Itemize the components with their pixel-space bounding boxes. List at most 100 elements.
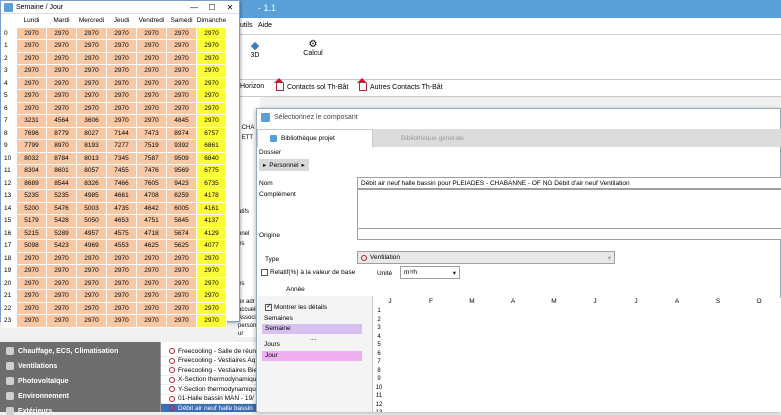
value-cell[interactable]: 4137 bbox=[196, 214, 227, 228]
value-cell[interactable]: 2970 bbox=[136, 114, 167, 128]
minimize-icon[interactable]: — bbox=[185, 3, 203, 12]
value-cell[interactable]: 2970 bbox=[16, 314, 47, 328]
value-cell[interactable]: 6757 bbox=[196, 126, 227, 140]
value-cell[interactable]: 2970 bbox=[196, 101, 227, 115]
value-cell[interactable]: 2970 bbox=[46, 39, 77, 53]
value-cell[interactable]: 4129 bbox=[196, 226, 227, 240]
value-cell[interactable]: 2970 bbox=[16, 64, 47, 78]
value-cell[interactable]: 8974 bbox=[166, 126, 197, 140]
value-cell[interactable]: 2970 bbox=[106, 39, 137, 53]
maximize-icon[interactable]: ☐ bbox=[203, 3, 221, 12]
value-cell[interactable]: 2970 bbox=[136, 301, 167, 315]
value-cell[interactable]: 2970 bbox=[16, 264, 47, 278]
menu-aide[interactable]: Aide bbox=[258, 22, 272, 29]
value-cell[interactable]: 2970 bbox=[196, 39, 227, 53]
value-cell[interactable]: 2970 bbox=[106, 26, 137, 40]
value-cell[interactable]: 8032 bbox=[16, 151, 47, 165]
value-cell[interactable]: 2970 bbox=[76, 264, 107, 278]
value-cell[interactable]: 2970 bbox=[136, 64, 167, 78]
value-cell[interactable]: 4985 bbox=[76, 189, 107, 203]
value-cell[interactable]: 8970 bbox=[46, 139, 77, 153]
horizon-button[interactable]: Horizon bbox=[240, 83, 264, 90]
montrer-details-checkbox[interactable]: Montrer les détails bbox=[265, 302, 327, 311]
value-cell[interactable]: 5050 bbox=[76, 214, 107, 228]
value-cell[interactable]: 2970 bbox=[46, 89, 77, 103]
value-cell[interactable]: 3606 bbox=[76, 114, 107, 128]
value-cell[interactable]: 2970 bbox=[16, 76, 47, 90]
value-cell[interactable]: 2970 bbox=[46, 301, 77, 315]
value-cell[interactable]: 2970 bbox=[106, 276, 137, 290]
menu-outils[interactable]: utils bbox=[240, 22, 252, 29]
value-cell[interactable]: 2970 bbox=[166, 101, 197, 115]
value-cell[interactable]: 2970 bbox=[136, 251, 167, 265]
value-cell[interactable]: 4661 bbox=[106, 189, 137, 203]
value-cell[interactable]: 5289 bbox=[46, 226, 77, 240]
tree-item[interactable]: ur bbox=[238, 331, 243, 337]
value-cell[interactable]: 9423 bbox=[166, 176, 197, 190]
value-cell[interactable]: 5003 bbox=[76, 201, 107, 215]
value-cell[interactable]: 2970 bbox=[46, 101, 77, 115]
value-cell[interactable]: 2970 bbox=[76, 89, 107, 103]
value-cell[interactable]: 5423 bbox=[46, 239, 77, 253]
tab-bibliotheque-projet[interactable]: Bibliothèque projet bbox=[257, 129, 373, 147]
value-cell[interactable]: 2970 bbox=[136, 89, 167, 103]
value-cell[interactable]: 6735 bbox=[196, 176, 227, 190]
contacts-sol-button[interactable]: Contacts sol Th-Bât bbox=[274, 78, 348, 91]
calcul-button[interactable]: ⚙ Calcul bbox=[300, 39, 326, 57]
value-cell[interactable]: 2970 bbox=[136, 276, 167, 290]
value-cell[interactable]: 4642 bbox=[136, 201, 167, 215]
value-cell[interactable]: 7466 bbox=[106, 176, 137, 190]
value-cell[interactable]: 2970 bbox=[106, 101, 137, 115]
value-cell[interactable]: 2970 bbox=[166, 251, 197, 265]
value-cell[interactable]: 8784 bbox=[46, 151, 77, 165]
value-cell[interactable]: 2970 bbox=[106, 114, 137, 128]
value-cell[interactable]: 2970 bbox=[136, 314, 167, 328]
value-cell[interactable]: 2970 bbox=[106, 76, 137, 90]
value-cell[interactable]: 2970 bbox=[106, 314, 137, 328]
value-cell[interactable]: 4708 bbox=[136, 189, 167, 203]
value-cell[interactable]: 5215 bbox=[16, 226, 47, 240]
value-cell[interactable]: 4178 bbox=[196, 189, 227, 203]
splitter-handle[interactable]: .... bbox=[310, 336, 317, 342]
value-cell[interactable]: 2970 bbox=[16, 289, 47, 303]
value-cell[interactable]: 2970 bbox=[76, 276, 107, 290]
value-cell[interactable]: 2970 bbox=[46, 276, 77, 290]
list-item-selected[interactable]: Débit air neuf halle bassin bbox=[161, 404, 260, 412]
value-cell[interactable]: 2970 bbox=[106, 64, 137, 78]
tab-annee[interactable]: Année bbox=[286, 286, 305, 293]
value-cell[interactable]: 7799 bbox=[16, 139, 47, 153]
value-cell[interactable]: 6840 bbox=[196, 151, 227, 165]
value-cell[interactable]: 2970 bbox=[46, 51, 77, 65]
value-cell[interactable]: 2970 bbox=[136, 26, 167, 40]
value-cell[interactable]: 2970 bbox=[16, 26, 47, 40]
value-cell[interactable]: 2970 bbox=[46, 26, 77, 40]
value-cell[interactable]: 2970 bbox=[76, 101, 107, 115]
nav-ventilations[interactable]: Ventilations bbox=[6, 362, 57, 370]
tree-item[interactable]: accueil bbox=[238, 307, 257, 313]
value-cell[interactable]: 2970 bbox=[46, 314, 77, 328]
tree-item[interactable]: - CHA bbox=[238, 125, 254, 131]
dossier-breadcrumb[interactable]: ▸ Personnel ▸ bbox=[259, 159, 309, 171]
type-select[interactable]: Ventilation ▾ bbox=[357, 251, 615, 264]
value-cell[interactable]: 4735 bbox=[106, 201, 137, 215]
value-cell[interactable]: 2970 bbox=[106, 264, 137, 278]
value-cell[interactable]: 8193 bbox=[76, 139, 107, 153]
nav-photovoltaique[interactable]: Photovoltaïque bbox=[6, 377, 69, 385]
close-icon[interactable]: ✕ bbox=[221, 3, 239, 12]
value-cell[interactable]: 8689 bbox=[16, 176, 47, 190]
value-cell[interactable]: 2970 bbox=[76, 39, 107, 53]
value-cell[interactable]: 2970 bbox=[46, 264, 77, 278]
value-cell[interactable]: 2970 bbox=[196, 314, 227, 328]
origine-field[interactable] bbox=[357, 228, 781, 240]
value-cell[interactable]: 5674 bbox=[166, 226, 197, 240]
value-cell[interactable]: 2970 bbox=[46, 251, 77, 265]
nom-field[interactable]: Débit air neuf halle bassin pour PLEIADE… bbox=[357, 177, 781, 189]
value-cell[interactable]: 2970 bbox=[136, 76, 167, 90]
value-cell[interactable]: 2970 bbox=[166, 51, 197, 65]
value-cell[interactable]: 7476 bbox=[136, 164, 167, 178]
value-cell[interactable]: 6861 bbox=[196, 139, 227, 153]
value-cell[interactable]: 7605 bbox=[136, 176, 167, 190]
value-cell[interactable]: 5200 bbox=[16, 201, 47, 215]
value-cell[interactable]: 2970 bbox=[76, 251, 107, 265]
tree-item[interactable]: - ETT bbox=[238, 135, 253, 141]
